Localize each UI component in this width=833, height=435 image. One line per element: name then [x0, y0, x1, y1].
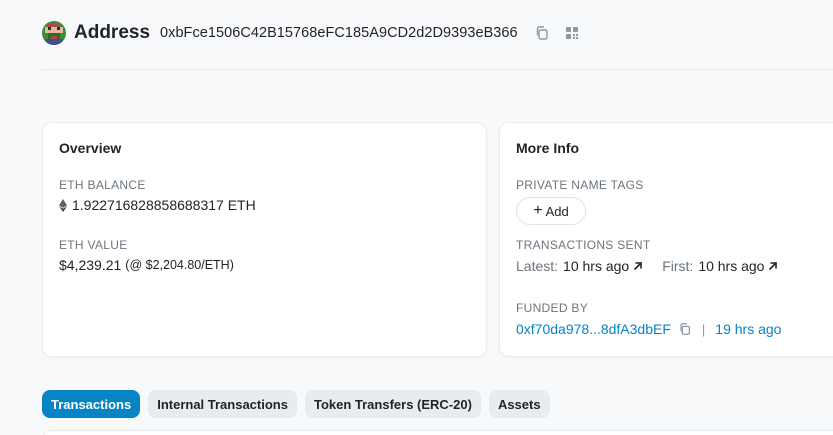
first-key: First: [662, 258, 694, 274]
eth-value-amount: $4,239.21 [59, 257, 122, 273]
add-button-label: Add [545, 203, 569, 219]
arrow-up-right-icon[interactable] [632, 260, 644, 272]
qr-code-icon[interactable] [564, 25, 580, 41]
ethereum-icon [59, 198, 67, 212]
page-header: Address 0xbFce1506C42B15768eFC185A9CD2d2… [42, 18, 594, 48]
transactions-panel [42, 430, 833, 435]
eth-value-label: ETH VALUE [59, 238, 128, 252]
transactions-sent-label: TRANSACTIONS SENT [516, 238, 651, 252]
add-name-tag-button[interactable]: + Add [516, 197, 586, 225]
tab-assets[interactable]: Assets [488, 390, 550, 418]
header-divider [42, 69, 833, 70]
separator: | [701, 321, 706, 337]
copy-icon[interactable] [534, 25, 550, 41]
page-title: Address [74, 22, 151, 43]
transactions-sent-row: Latest: 10 hrs ago First: 10 hrs ago [516, 258, 797, 274]
identicon-avatar [42, 21, 66, 45]
address-tabs: Transactions Internal Transactions Token… [42, 390, 550, 418]
private-name-tags-label: PRIVATE NAME TAGS [516, 178, 644, 192]
funded-by-address-link[interactable]: 0xf70da978...8dfA3dbEF [516, 321, 671, 337]
tab-internal-transactions[interactable]: Internal Transactions [148, 390, 297, 418]
tab-token-transfers[interactable]: Token Transfers (ERC-20) [304, 390, 481, 418]
first-value: 10 hrs ago [698, 258, 765, 274]
eth-balance-value-row: 1.922716828858688317 ETH [59, 197, 256, 213]
address-hash: 0xbFce1506C42B15768eFC185A9CD2d2D9393eB3… [160, 25, 518, 41]
more-info-card: More Info PRIVATE NAME TAGS + Add TRANSA… [499, 122, 833, 357]
tab-transactions[interactable]: Transactions [42, 390, 141, 418]
funded-by-label: FUNDED BY [516, 301, 589, 315]
eth-balance-value: 1.922716828858688317 ETH [72, 197, 256, 213]
plus-icon: + [533, 202, 543, 219]
eth-value-row: $4,239.21 (@ $2,204.80/ETH) [59, 257, 234, 273]
funded-by-row: 0xf70da978...8dfA3dbEF | 19 hrs ago [516, 321, 781, 337]
overview-title: Overview [59, 140, 122, 156]
funded-by-time-link[interactable]: 19 hrs ago [715, 321, 781, 337]
more-info-title: More Info [516, 140, 579, 156]
overview-card: Overview ETH BALANCE 1.92271682885868831… [42, 122, 487, 357]
arrow-up-right-icon[interactable] [767, 260, 779, 272]
eth-balance-label: ETH BALANCE [59, 178, 146, 192]
eth-value-rate: (@ $2,204.80/ETH) [125, 258, 234, 272]
latest-key: Latest: [516, 258, 559, 274]
latest-value: 10 hrs ago [563, 258, 630, 274]
copy-icon[interactable] [678, 322, 692, 336]
